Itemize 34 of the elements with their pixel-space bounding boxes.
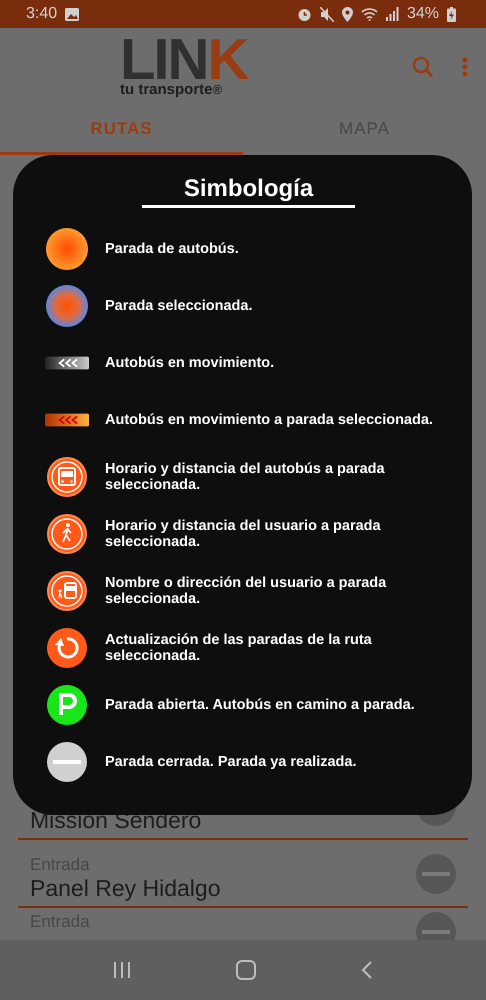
stop-name: Panel Rey Hidalgo — [30, 875, 222, 902]
mute-icon — [320, 6, 334, 22]
signal-icon — [386, 7, 399, 21]
back-icon[interactable] — [361, 961, 374, 979]
legend-text: Parada abierta. Autobús en camino a parada. — [105, 696, 415, 712]
legend-text: Horario y distancia del autobús a parada seleccionada. — [105, 460, 386, 492]
legend-text: Parada cerrada. Parada ya realizada. — [105, 754, 356, 770]
legend-text: Parada de autobús. — [105, 240, 239, 256]
bus-icon — [47, 456, 87, 496]
location-icon — [342, 6, 353, 22]
legend-text: Autobús en movimiento. — [105, 354, 274, 370]
recent-apps-icon[interactable] — [112, 962, 131, 978]
bus-stop-dot-icon — [46, 228, 88, 270]
person-and-bus-icon — [47, 570, 87, 610]
bus-bar-icon — [45, 356, 89, 370]
ringed-dot-icon — [46, 284, 88, 326]
image-icon — [65, 8, 80, 20]
parking-p-icon — [47, 684, 87, 724]
home-icon[interactable] — [236, 960, 256, 980]
legend-text: Actualización de las paradas de la ruta seleccionada. — [105, 632, 373, 664]
battery-percentage: 34% — [406, 5, 439, 23]
legend-text: Autobús en movimiento a parada seleccionada. — [105, 412, 433, 428]
alarm-icon — [296, 6, 312, 22]
wifi-icon — [360, 7, 378, 21]
refresh-icon — [47, 628, 87, 668]
battery-charging-icon — [447, 6, 456, 22]
minus-circle-icon — [47, 742, 87, 782]
legend-text: Parada seleccionada. — [105, 298, 252, 314]
legend-text: Horario y distancia del usuario a parada seleccionada. — [105, 518, 382, 550]
walking-person-icon — [47, 514, 87, 554]
legend-text: Nombre o dirección del usuario a parada seleccionada. — [105, 574, 388, 606]
dialog-title: Simbología — [142, 175, 356, 208]
highlighted-bus-bar-icon — [45, 412, 89, 426]
status-time: 3:40 — [26, 5, 58, 23]
